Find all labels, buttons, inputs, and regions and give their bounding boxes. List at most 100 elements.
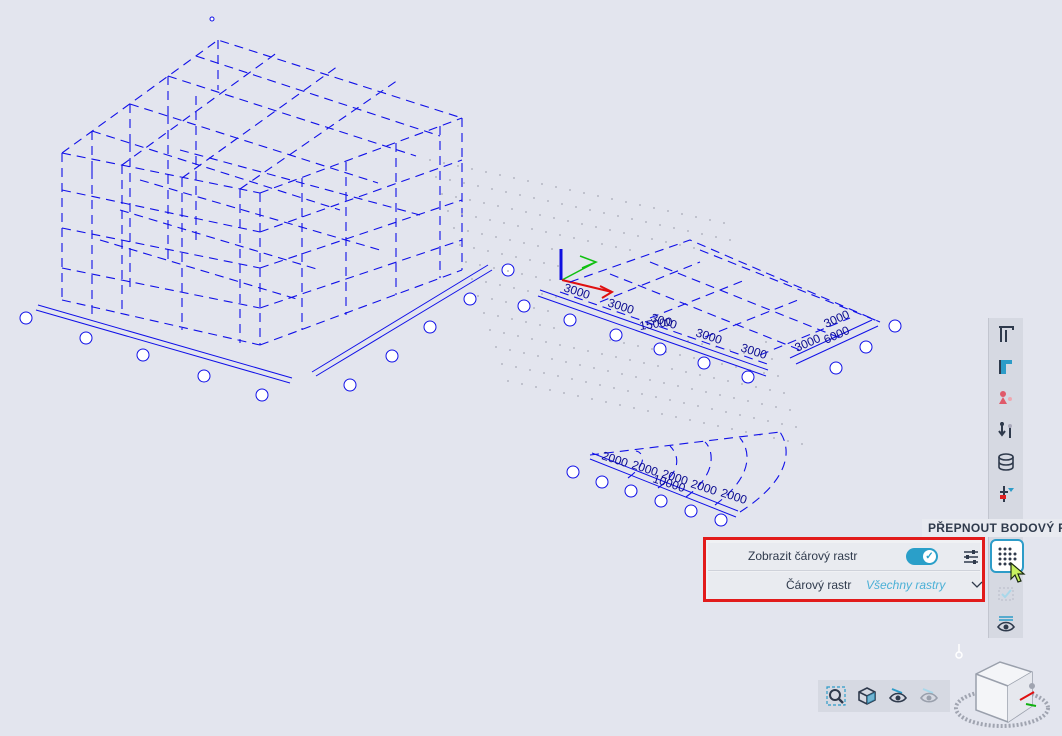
grid-dot bbox=[687, 230, 689, 232]
grid-dot bbox=[617, 215, 619, 217]
grid-dot bbox=[633, 407, 635, 409]
grid-dot bbox=[495, 236, 497, 238]
grid-dot bbox=[531, 338, 533, 340]
grid-dot bbox=[541, 183, 543, 185]
grid-dot bbox=[505, 191, 507, 193]
support-icon[interactable] bbox=[992, 416, 1020, 444]
show-line-grid-row: Zobrazit čárový rastr ✓ bbox=[708, 543, 980, 571]
right-toolbar bbox=[988, 318, 1023, 638]
grid-dot bbox=[499, 284, 501, 286]
zoom-all-icon[interactable] bbox=[822, 683, 849, 710]
grid-dot bbox=[741, 383, 743, 385]
layers-icon[interactable] bbox=[992, 448, 1020, 476]
grid-dot bbox=[537, 355, 539, 357]
toggle-point-grid-tooltip: PŘEPNOUT BODOVÝ RA bbox=[922, 519, 1062, 537]
grid-dot bbox=[641, 393, 643, 395]
grid-dot bbox=[579, 364, 581, 366]
grid-dot bbox=[681, 213, 683, 215]
grid-dot bbox=[549, 389, 551, 391]
grid-dot bbox=[563, 392, 565, 394]
grid-dot bbox=[637, 345, 639, 347]
model-viewport[interactable]: 3000 3000 3000 3000 3000 15000 3000 3000… bbox=[0, 0, 1062, 736]
grid-dot bbox=[629, 249, 631, 251]
grid-dot bbox=[623, 232, 625, 234]
grid-dot bbox=[525, 211, 527, 213]
grid-dot bbox=[529, 369, 531, 371]
grid-dot bbox=[583, 192, 585, 194]
grid-dot bbox=[517, 225, 519, 227]
grid-dot bbox=[539, 324, 541, 326]
grid-dot bbox=[461, 213, 463, 215]
grid-dot bbox=[659, 224, 661, 226]
grid-dot bbox=[517, 335, 519, 337]
grid-dot bbox=[509, 239, 511, 241]
grid-dot bbox=[459, 244, 461, 246]
grid-dot bbox=[587, 350, 589, 352]
column-icon[interactable] bbox=[992, 352, 1020, 380]
grid-dot bbox=[587, 240, 589, 242]
grid-dot bbox=[453, 227, 455, 229]
grid-dot bbox=[649, 379, 651, 381]
grid-dot bbox=[493, 267, 495, 269]
grid-dot bbox=[505, 301, 507, 303]
show-line-grid-toggle[interactable]: ✓ bbox=[906, 548, 938, 565]
grid-dot bbox=[491, 188, 493, 190]
line-grid-row[interactable]: Čárový rastr Všechny rastry bbox=[708, 572, 983, 599]
grid-dot bbox=[511, 208, 513, 210]
grid-dot bbox=[489, 329, 491, 331]
chevron-down-icon[interactable] bbox=[970, 577, 984, 591]
grid-dot bbox=[533, 307, 535, 309]
view-toolbar bbox=[818, 680, 950, 712]
view-icon[interactable] bbox=[992, 610, 1020, 638]
grid-dot bbox=[559, 344, 561, 346]
line-grid-select[interactable]: Všechny rastry bbox=[866, 578, 945, 592]
grid-dot bbox=[469, 199, 471, 201]
grid-dot bbox=[527, 290, 529, 292]
grid-dot bbox=[591, 398, 593, 400]
grid-dot bbox=[627, 390, 629, 392]
grid-dot bbox=[529, 259, 531, 261]
grid-dot bbox=[533, 197, 535, 199]
grid-dot bbox=[525, 321, 527, 323]
navigation-cube[interactable] bbox=[952, 656, 1056, 736]
grid-dot bbox=[635, 376, 637, 378]
result-icon[interactable] bbox=[992, 480, 1020, 508]
settings-sliders-icon[interactable] bbox=[962, 548, 980, 566]
grid-dot bbox=[457, 165, 459, 167]
line-grid-label: Čárový rastr bbox=[786, 578, 852, 592]
hidden-icon[interactable] bbox=[915, 683, 942, 710]
grid-dot bbox=[521, 383, 523, 385]
grid-dot bbox=[435, 176, 437, 178]
grid-dot bbox=[553, 327, 555, 329]
grid-dot bbox=[621, 373, 623, 375]
grid-dot bbox=[613, 387, 615, 389]
grid-dot bbox=[651, 348, 653, 350]
grid-dot bbox=[479, 264, 481, 266]
grid-dot bbox=[565, 361, 567, 363]
checkbox-icon[interactable] bbox=[992, 580, 1020, 608]
beam-icon[interactable] bbox=[992, 320, 1020, 348]
grid-dot bbox=[715, 236, 717, 238]
grid-dot bbox=[629, 359, 631, 361]
grid-dot bbox=[503, 332, 505, 334]
load-icon[interactable] bbox=[992, 384, 1020, 412]
grid-dot bbox=[471, 278, 473, 280]
grid-dot bbox=[545, 341, 547, 343]
grid-dot bbox=[655, 396, 657, 398]
grid-dot bbox=[725, 411, 727, 413]
grid-dot bbox=[723, 222, 725, 224]
grid-dot bbox=[615, 246, 617, 248]
grid-dot bbox=[507, 380, 509, 382]
view-3d-icon[interactable] bbox=[853, 683, 880, 710]
grid-dot bbox=[501, 253, 503, 255]
grid-dot bbox=[557, 375, 559, 377]
grid-dot bbox=[531, 228, 533, 230]
grid-dot bbox=[679, 244, 681, 246]
grid-dot bbox=[485, 171, 487, 173]
visibility-icon[interactable] bbox=[884, 683, 911, 710]
grid-dot bbox=[733, 397, 735, 399]
grid-dot bbox=[443, 162, 445, 164]
grid-dot bbox=[497, 315, 499, 317]
grid-dot bbox=[535, 386, 537, 388]
grid-dot bbox=[763, 372, 765, 374]
